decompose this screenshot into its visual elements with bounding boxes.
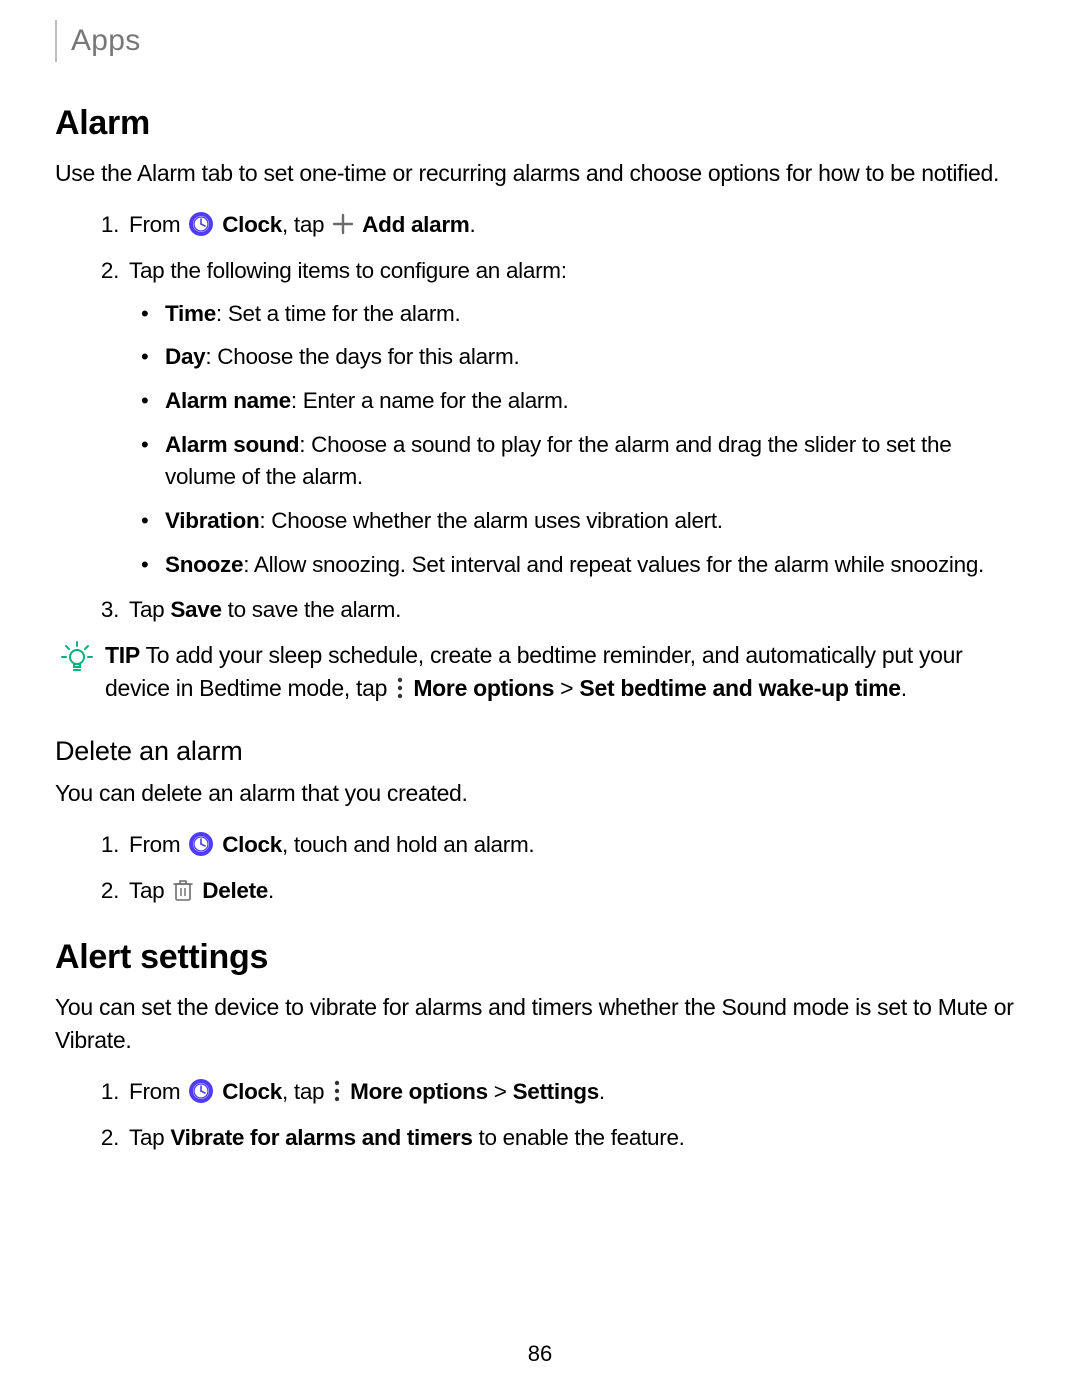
clock-icon [188, 1078, 214, 1104]
more-options-label: More options [350, 1079, 488, 1104]
label: Alarm sound [165, 432, 299, 457]
text: . [470, 212, 476, 237]
clock-label: Clock [222, 1079, 282, 1104]
bedtime-label: Set bedtime and wake-up time [579, 675, 900, 701]
label: Snooze [165, 552, 243, 577]
clock-icon [188, 211, 214, 237]
text: > [554, 675, 579, 701]
tip-text: TIP To add your sleep schedule, create a… [105, 639, 1025, 706]
text: : Set a time for the alarm. [216, 301, 461, 326]
alarm-config-bullets: Time: Set a time for the alarm. Day: Cho… [129, 298, 1025, 581]
tip-block: TIP To add your sleep schedule, create a… [61, 639, 1025, 706]
text: Tap [129, 878, 170, 903]
delete-label: Delete [202, 878, 268, 903]
vibrate-label: Vibrate for alarms and timers [170, 1125, 472, 1150]
document-page: Apps Alarm Use the Alarm tab to set one-… [0, 0, 1080, 1397]
alert-steps: From Clock, tap More options > Settings.… [55, 1075, 1025, 1155]
text: > [488, 1079, 513, 1104]
text: . [599, 1079, 605, 1104]
text: : Allow snoozing. Set interval and repea… [243, 552, 984, 577]
label: Day [165, 344, 205, 369]
delete-intro: You can delete an alarm that you created… [55, 777, 1025, 810]
text: From [129, 832, 186, 857]
text: , tap [282, 212, 330, 237]
alarm-step-1: From Clock, tap Add alarm. [125, 208, 1025, 242]
alarm-steps: From Clock, tap Add alarm. Tap the follo… [55, 208, 1025, 627]
heading-delete-alarm: Delete an alarm [55, 736, 1025, 767]
delete-step-1: From Clock, touch and hold an alarm. [125, 828, 1025, 862]
text: to save the alarm. [222, 597, 401, 622]
save-label: Save [170, 597, 221, 622]
label: Alarm name [165, 388, 291, 413]
bullet-time: Time: Set a time for the alarm. [165, 298, 1025, 331]
heading-alert-settings: Alert settings [55, 938, 1025, 977]
bullet-alarm-sound: Alarm sound: Choose a sound to play for … [165, 429, 1025, 494]
add-icon [332, 213, 354, 235]
trash-icon [172, 877, 194, 903]
delete-step-2: Tap Delete. [125, 874, 1025, 908]
label: Vibration [165, 508, 259, 533]
alarm-step-2: Tap the following items to configure an … [125, 254, 1025, 581]
lightbulb-icon [61, 641, 93, 706]
text: to enable the feature. [473, 1125, 685, 1150]
text: : Choose whether the alarm uses vibratio… [259, 508, 722, 533]
page-number: 86 [0, 1341, 1080, 1367]
text: : Choose the days for this alarm. [205, 344, 519, 369]
label: Time [165, 301, 216, 326]
heading-alarm: Alarm [55, 104, 1025, 143]
clock-label: Clock [222, 832, 282, 857]
bullet-vibration: Vibration: Choose whether the alarm uses… [165, 505, 1025, 538]
alarm-step-3: Tap Save to save the alarm. [125, 593, 1025, 627]
tip-label: TIP [105, 642, 140, 668]
breadcrumb-text: Apps [71, 24, 141, 58]
text: Tap [129, 597, 170, 622]
text: Tap [129, 1125, 170, 1150]
add-alarm-label: Add alarm [362, 212, 469, 237]
alert-step-2: Tap Vibrate for alarms and timers to ena… [125, 1121, 1025, 1155]
alert-step-1: From Clock, tap More options > Settings. [125, 1075, 1025, 1109]
alert-intro: You can set the device to vibrate for al… [55, 991, 1025, 1058]
alarm-intro: Use the Alarm tab to set one-time or rec… [55, 157, 1025, 190]
delete-steps: From Clock, touch and hold an alarm. Tap… [55, 828, 1025, 908]
text: From [129, 212, 186, 237]
text: Tap the following items to configure an … [129, 258, 567, 283]
text: . [901, 675, 907, 701]
bullet-day: Day: Choose the days for this alarm. [165, 341, 1025, 374]
bullet-alarm-name: Alarm name: Enter a name for the alarm. [165, 385, 1025, 418]
more-options-icon [332, 1080, 342, 1102]
bullet-snooze: Snooze: Allow snoozing. Set interval and… [165, 549, 1025, 582]
settings-label: Settings [513, 1079, 599, 1104]
text: . [268, 878, 274, 903]
clock-label: Clock [222, 212, 282, 237]
text: : Enter a name for the alarm. [291, 388, 569, 413]
more-options-icon [395, 677, 405, 699]
clock-icon [188, 831, 214, 857]
breadcrumb: Apps [55, 20, 1025, 62]
text: , tap [282, 1079, 330, 1104]
text: , touch and hold an alarm. [282, 832, 534, 857]
text: From [129, 1079, 186, 1104]
more-options-label: More options [413, 675, 554, 701]
